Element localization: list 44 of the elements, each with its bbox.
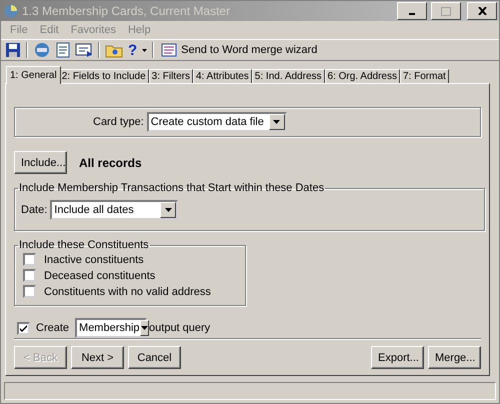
merge-wizard-button[interactable]: Send to Word merge wizard [159, 42, 320, 58]
checkbox[interactable] [23, 285, 36, 298]
wizard-button[interactable]: Merge... [428, 346, 481, 369]
tab[interactable]: 3: Filters [148, 69, 193, 84]
checkbox[interactable] [23, 253, 36, 266]
tab[interactable]: 1: General [6, 66, 61, 84]
maximize-icon [441, 6, 451, 16]
include-value: All records [79, 156, 142, 170]
app-icon [4, 4, 18, 18]
query-type-dropdown[interactable]: Membership [75, 318, 148, 338]
checkbox-label: Deceased constituents [44, 270, 156, 282]
checkbox[interactable] [17, 322, 30, 334]
dropdown-arrow-icon [164, 208, 172, 212]
close-icon [478, 7, 486, 15]
document-icon [161, 42, 178, 58]
monitor-icon[interactable] [75, 42, 93, 58]
card-type-dropdown[interactable]: Create custom data file [146, 112, 287, 132]
tab[interactable]: 7: Format [400, 69, 449, 84]
field-label: output query [149, 322, 210, 334]
group-title: Include Membership Transactions that Start within these Dates [18, 182, 326, 194]
dropdown-arrow-icon[interactable] [142, 48, 148, 52]
tab[interactable]: 6: Org. Address [324, 69, 400, 84]
checkbox-label: Constituents with no valid address [44, 286, 211, 298]
checkbox[interactable] [23, 269, 36, 282]
date-dropdown[interactable]: Include all dates [50, 200, 178, 220]
window-title: 1.3 Membership Cards, Current Master [22, 4, 232, 18]
help-icon[interactable]: ? [126, 42, 140, 58]
document-icon[interactable] [54, 42, 72, 58]
save-icon[interactable] [5, 42, 21, 58]
wizard-button[interactable]: Next > [71, 346, 124, 369]
field-label: Date: [21, 204, 48, 216]
checkbox-label: Create [36, 322, 70, 334]
dropdown-arrow-icon [273, 120, 280, 124]
include-button[interactable]: Include... [14, 151, 67, 174]
field-label: Card type: [93, 116, 144, 128]
group-title: Include these Constituents [18, 239, 150, 251]
tab[interactable]: 5: Ind. Address [252, 69, 325, 84]
checkbox-label: Inactive constituents [44, 254, 144, 266]
checkmark-icon [19, 324, 28, 332]
wizard-button[interactable]: Cancel [128, 346, 181, 369]
tab[interactable]: 4: Attributes [192, 69, 252, 84]
tab[interactable]: 2: Fields to Include [58, 69, 149, 84]
dropdown-arrow-icon [140, 326, 148, 330]
wizard-button[interactable]: Export... [371, 346, 424, 369]
